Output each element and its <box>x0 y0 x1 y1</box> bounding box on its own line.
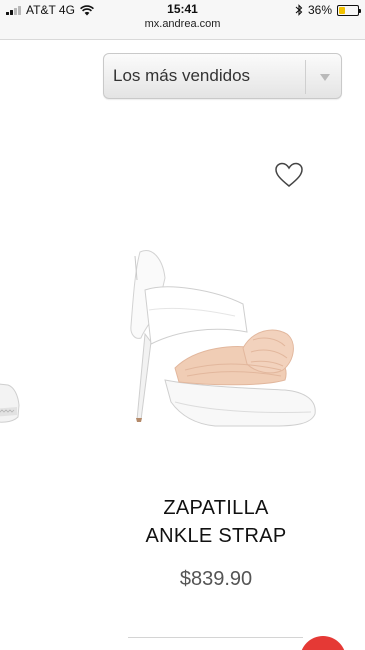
bluetooth-icon <box>295 4 303 16</box>
sort-divider <box>305 60 306 94</box>
heart-icon[interactable] <box>0 159 4 179</box>
battery-fill <box>339 6 346 14</box>
product-image[interactable] <box>105 230 325 450</box>
chevron-down-icon <box>320 74 330 81</box>
battery-icon <box>337 4 361 16</box>
floating-action-button[interactable] <box>300 636 346 650</box>
status-right: 36% <box>295 2 361 18</box>
status-bar: AT&T 4G 15:41 36% mx.andrea.com <box>0 0 365 40</box>
page: AT&T 4G 15:41 36% mx.andrea.com Los más … <box>0 0 365 650</box>
product-name[interactable]: ZAPATILLA ANKLE STRAP <box>116 494 316 550</box>
heart-icon[interactable] <box>275 162 303 188</box>
url-bar[interactable]: mx.andrea.com <box>0 18 365 30</box>
sort-dropdown[interactable]: Los más vendidos <box>103 53 342 99</box>
product-name-line2: ANKLE STRAP <box>145 525 287 547</box>
product-name-line1: ZAPATILLA <box>163 497 269 519</box>
product-price: $839.90 <box>179 568 253 590</box>
divider <box>128 637 303 638</box>
battery-percent: 36% <box>307 3 332 17</box>
sneaker-image[interactable] <box>0 365 30 430</box>
sort-selected-label: Los más vendidos <box>113 66 251 85</box>
